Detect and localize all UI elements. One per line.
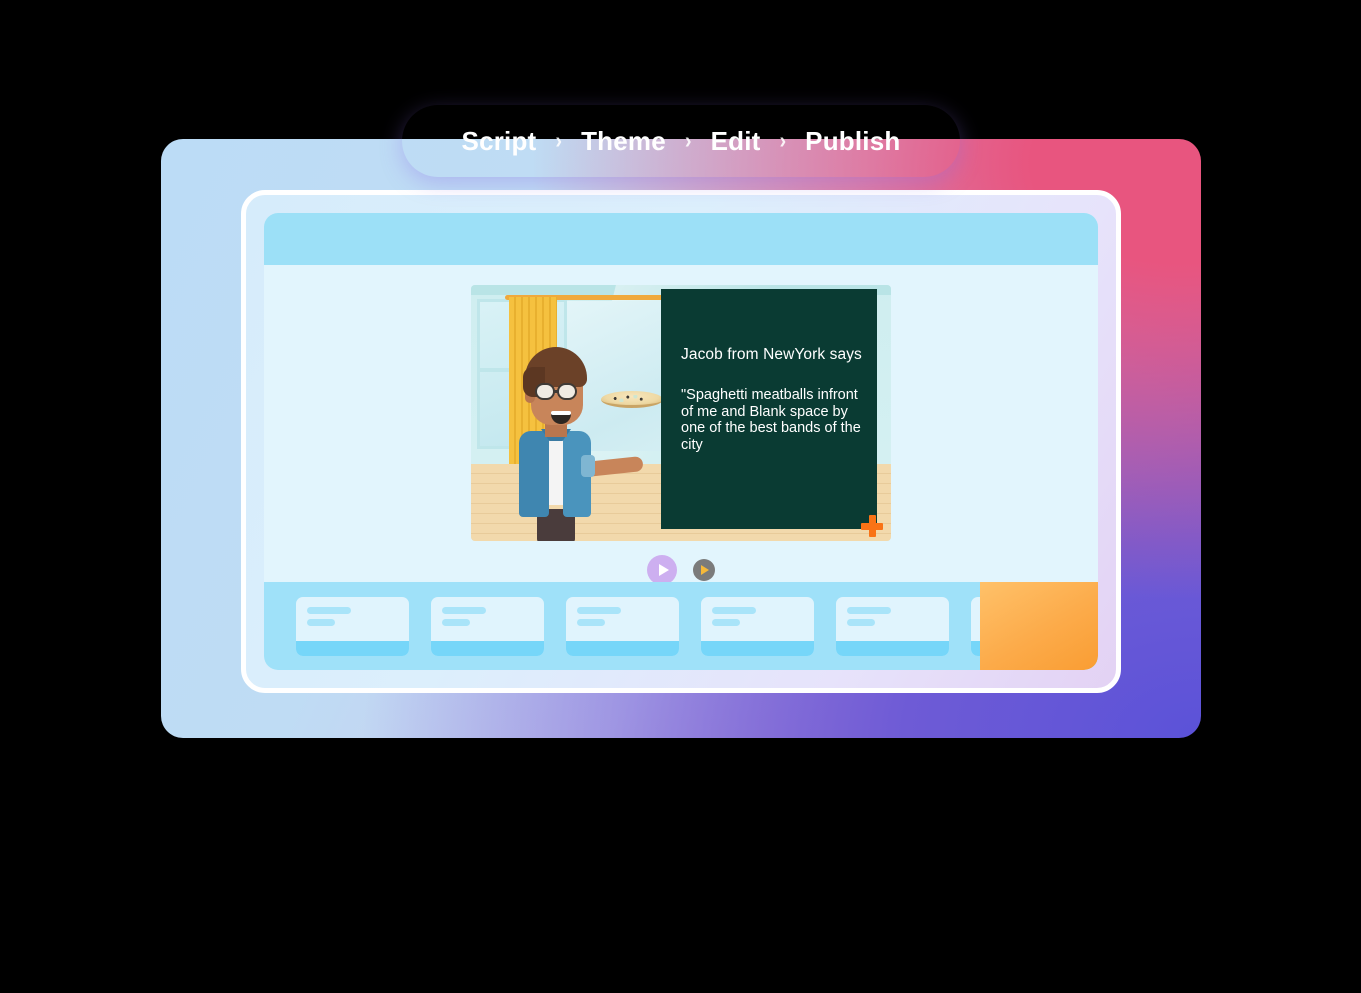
thumbnail-footer-bar bbox=[296, 640, 409, 656]
chevron-right-icon-3: › bbox=[779, 127, 787, 154]
text-overlay-panel[interactable]: Jacob from NewYork says "Spaghetti meatb… bbox=[661, 289, 877, 529]
glasses-icon-right bbox=[557, 383, 577, 400]
character-avatar bbox=[493, 341, 644, 541]
thumbnail-footer-bar bbox=[701, 640, 814, 656]
breadcrumb-step-publish[interactable]: Publish bbox=[792, 126, 913, 157]
thumbnail-footer-bar bbox=[431, 640, 544, 656]
thumbnail-line bbox=[577, 618, 605, 626]
timeline-scene-thumbnail[interactable] bbox=[296, 596, 409, 656]
play-icon-small bbox=[701, 565, 710, 575]
video-canvas[interactable]: Jacob from NewYork says "Spaghetti meatb… bbox=[471, 285, 891, 541]
breadcrumb: Script › Theme › Edit › Publish bbox=[402, 105, 960, 177]
editor-frame: Jacob from NewYork says "Spaghetti meatb… bbox=[241, 190, 1121, 693]
thumbnail-footer-bar bbox=[836, 640, 949, 656]
overlay-quote: "Spaghetti meatballs infront of me and B… bbox=[681, 387, 861, 453]
breadcrumb-step-script[interactable]: Script bbox=[449, 126, 550, 157]
app-header-bar bbox=[264, 213, 1098, 265]
timeline-scene-thumbnail[interactable] bbox=[701, 596, 814, 656]
timeline-scene-thumbnail[interactable] bbox=[566, 596, 679, 656]
character-teeth bbox=[551, 411, 571, 415]
breadcrumb-step-theme[interactable]: Theme bbox=[568, 126, 679, 157]
chevron-right-icon-1: › bbox=[555, 127, 563, 154]
thumbnail-line bbox=[847, 618, 875, 626]
add-scene-panel[interactable] bbox=[980, 582, 1098, 670]
playback-controls bbox=[647, 555, 715, 585]
glasses-icon-left bbox=[535, 383, 555, 400]
overlay-title: Jacob from NewYork says bbox=[681, 346, 862, 363]
thumbnail-line bbox=[847, 606, 891, 614]
app-window: Jacob from NewYork says "Spaghetti meatb… bbox=[264, 213, 1098, 670]
thumbnail-line bbox=[307, 618, 335, 626]
thumbnail-line bbox=[712, 606, 756, 614]
pizza-icon bbox=[601, 391, 663, 408]
character-shirt-left bbox=[519, 431, 549, 517]
app-body: Jacob from NewYork says "Spaghetti meatb… bbox=[264, 265, 1098, 670]
glasses-bridge bbox=[554, 390, 559, 393]
thumbnail-line bbox=[442, 606, 486, 614]
timeline-scene-thumbnail[interactable] bbox=[431, 596, 544, 656]
chevron-right-icon-2: › bbox=[684, 127, 692, 154]
character-cuff bbox=[581, 455, 595, 477]
play-icon bbox=[658, 564, 669, 576]
add-element-icon[interactable] bbox=[861, 515, 883, 537]
thumbnail-line bbox=[307, 606, 351, 614]
timeline-scene-thumbnail[interactable] bbox=[836, 596, 949, 656]
preview-play-button[interactable] bbox=[693, 559, 715, 581]
scene-timeline[interactable] bbox=[264, 582, 1098, 670]
screenshot-stage: Script › Theme › Edit › Publish Jacob fr… bbox=[0, 0, 1361, 993]
thumbnail-footer-bar bbox=[566, 640, 679, 656]
thumbnail-line bbox=[712, 618, 740, 626]
thumbnail-line bbox=[577, 606, 621, 614]
play-button[interactable] bbox=[647, 555, 677, 585]
breadcrumb-step-edit[interactable]: Edit bbox=[698, 126, 774, 157]
thumbnail-line bbox=[442, 618, 470, 626]
